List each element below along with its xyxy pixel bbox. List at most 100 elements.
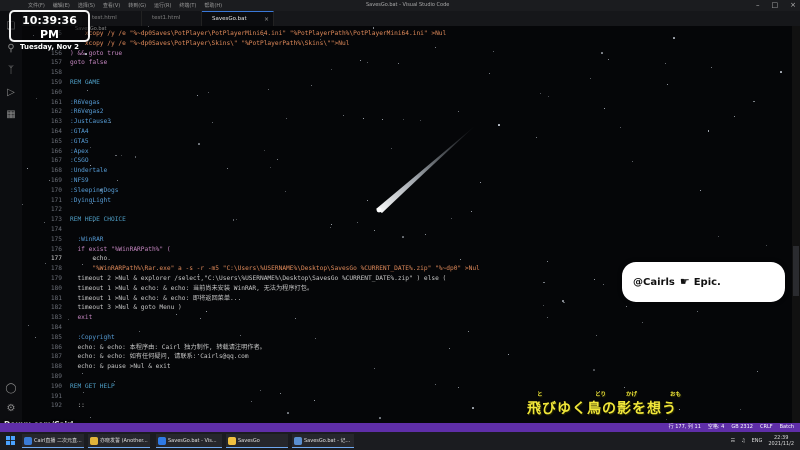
maximize-icon[interactable]: □ — [772, 0, 779, 11]
code-line[interactable]: 168:Undertale — [22, 166, 782, 176]
code-line[interactable]: 158 — [22, 68, 782, 78]
status-item[interactable]: GB 2312 — [731, 423, 753, 432]
menu-item[interactable]: 文件(F) — [28, 2, 45, 9]
line-number: 177 — [50, 255, 62, 263]
code-line[interactable]: 175 :WinRAR — [22, 235, 782, 245]
code-text: timeout 3 >Nul & goto Menu ) — [70, 304, 182, 312]
code-text: REM HEDE CHOICE — [70, 216, 126, 224]
tab-savesgo-bat[interactable]: SavesGo.bat × — [202, 11, 274, 26]
taskbar-item[interactable]: 亦晓发誓 (Another... — [88, 434, 150, 448]
code-line[interactable]: 185 :Copyright — [22, 333, 782, 343]
code-text: exit — [70, 314, 93, 322]
status-item[interactable]: CRLF — [760, 423, 773, 432]
line-number: 159 — [50, 79, 62, 86]
code-text: REM GAME — [70, 79, 100, 86]
tab-test-html[interactable]: test.html — [82, 11, 142, 26]
code-line[interactable]: 183 exit — [22, 313, 782, 323]
code-line[interactable]: 189 — [22, 372, 782, 382]
code-editor[interactable]: 155 xcopy /y /e "%~dp0Saves\PotPlayer\Po… — [22, 26, 792, 423]
code-line[interactable]: 169:NFS9 — [22, 176, 782, 186]
line-number: 158 — [50, 69, 62, 77]
line-number: 175 — [50, 235, 62, 243]
code-text: echo: & echo: 如有任何疑问, 请联系: Cairls@qq.com — [70, 353, 249, 361]
source-control-icon[interactable]: ᛉ — [5, 65, 17, 77]
code-line[interactable]: 170:SleepingDogs — [22, 186, 782, 196]
code-line[interactable]: 167:CSGO — [22, 156, 782, 166]
code-line[interactable]: 166:Apex — [22, 147, 782, 157]
status-item[interactable]: 行 177, 列 11 — [669, 423, 701, 432]
code-line[interactable]: 165:GTA5 — [22, 137, 782, 147]
code-line[interactable]: xcopy /y /e "%~dp0Saves\PotPlayer\Skins\… — [22, 39, 782, 49]
editor-scrollbar[interactable] — [792, 26, 800, 423]
status-item[interactable]: 空格: 4 — [708, 423, 724, 432]
menu-item[interactable]: 查看(V) — [103, 2, 120, 9]
code-text: :Copyright — [70, 333, 115, 341]
code-text: timeout 1 >Nul & echo: & echo: 即将返回菜单... — [70, 294, 242, 302]
code-text: :R6Vegas — [70, 98, 100, 106]
code-line[interactable]: 190 REM GET HELP — [22, 382, 782, 392]
chat-bubble: @Cairls ☛ Epic. — [622, 262, 785, 302]
code-line[interactable]: 173 REM HEDE CHOICE — [22, 215, 782, 225]
menu-item[interactable]: 帮助(H) — [204, 2, 222, 9]
code-line[interactable]: 157 goto false — [22, 58, 782, 68]
status-item[interactable]: Batch — [780, 423, 794, 432]
menu-item[interactable]: 终端(T) — [179, 2, 196, 9]
code-line[interactable]: 160 — [22, 88, 782, 98]
code-line[interactable]: 162 :R6Vegas2 — [22, 107, 782, 117]
code-line[interactable]: 184 — [22, 323, 782, 333]
code-text: echo: & pause >Nul & exit — [70, 363, 171, 371]
line-number: 162 — [50, 108, 62, 116]
code-line[interactable]: 187 echo: & echo: 如有任何疑问, 请联系: Cairls@qq… — [22, 352, 782, 362]
code-line[interactable]: 186 echo: & echo: 本程序由: Cairl 独力制作, 转载请注… — [22, 343, 782, 353]
input-language[interactable]: ENG — [752, 438, 763, 444]
taskbar-item[interactable]: Cairl直播 二次元直... — [22, 434, 84, 448]
code-line[interactable]: 155 xcopy /y /e "%~dp0Saves\PotPlayer\Po… — [22, 29, 782, 39]
windows-start-icon[interactable] — [6, 436, 15, 445]
extensions-icon[interactable]: ▦ — [5, 109, 17, 121]
code-line[interactable]: 188 echo: & pause >Nul & exit — [22, 362, 782, 372]
line-number: 191 — [50, 392, 62, 400]
minimize-icon[interactable]: – — [756, 0, 760, 11]
lyrics-ruby: おも — [670, 392, 682, 398]
tray-clock[interactable]: 22:39 2021/11/2 — [768, 435, 794, 447]
code-text: :GTA5 — [70, 137, 89, 145]
settings-gear-icon[interactable]: ⚙ — [5, 403, 17, 415]
close-tab-icon[interactable]: × — [264, 12, 269, 27]
code-line[interactable]: 161:R6Vegas — [22, 98, 782, 108]
code-line[interactable]: 164:GTA4 — [22, 127, 782, 137]
code-line[interactable]: 174 — [22, 225, 782, 235]
taskbar-item[interactable]: SavesGo.bat - Vis... — [156, 434, 222, 448]
code-line[interactable]: 163:JustCause3 — [22, 117, 782, 127]
code-line[interactable]: 176 if exist "%WinRARPath%" ( — [22, 245, 782, 255]
code-text: :WinRAR — [70, 235, 104, 243]
code-line[interactable]: 172 — [22, 205, 782, 215]
taskbar-item[interactable]: SavesGo.bat - 记... — [292, 434, 354, 448]
code-line[interactable]: 156) && goto true — [22, 49, 782, 59]
tab-test1-html[interactable]: test1.html — [142, 11, 202, 26]
line-number: 179 — [50, 275, 62, 282]
title-bar: 文件(F) 编辑(E) 选择(S) 查看(V) 转到(G) 运行(R) 终端(T) 帮助(H)… — [0, 0, 800, 11]
code-line[interactable]: 171:DyingLight — [22, 196, 782, 206]
star-decoration — [147, 26, 149, 28]
code-line[interactable]: 182 timeout 3 >Nul & goto Menu ) — [22, 303, 782, 313]
star-decoration — [379, 417, 381, 419]
menu-item[interactable]: 转到(G) — [128, 2, 146, 9]
code-text: timeout 1 >Nul & echo: & echo: 当前尚未安装 Wi… — [70, 284, 314, 292]
run-debug-icon[interactable]: ▷ — [5, 87, 17, 99]
line-number: 188 — [50, 363, 62, 371]
line-number: 173 — [50, 216, 62, 224]
account-icon[interactable]: ◯ — [5, 383, 17, 395]
code-text: :CSGO — [70, 157, 89, 165]
taskbar-item[interactable]: SavesGo — [226, 434, 288, 448]
code-text: :Apex — [70, 147, 89, 155]
scrollbar-thumb[interactable] — [793, 246, 799, 296]
menu-item[interactable]: 选择(S) — [78, 2, 95, 9]
volume-icon[interactable]: ♫ — [741, 438, 745, 444]
close-icon[interactable]: × — [790, 0, 796, 11]
network-icon[interactable]: ☴ — [731, 438, 735, 444]
code-line[interactable]: 159 REM GAME — [22, 78, 782, 88]
code-text: :R6Vegas2 — [70, 108, 104, 116]
line-number: 183 — [50, 314, 62, 322]
menu-item[interactable]: 运行(R) — [154, 2, 171, 9]
menu-item[interactable]: 编辑(E) — [53, 2, 70, 9]
